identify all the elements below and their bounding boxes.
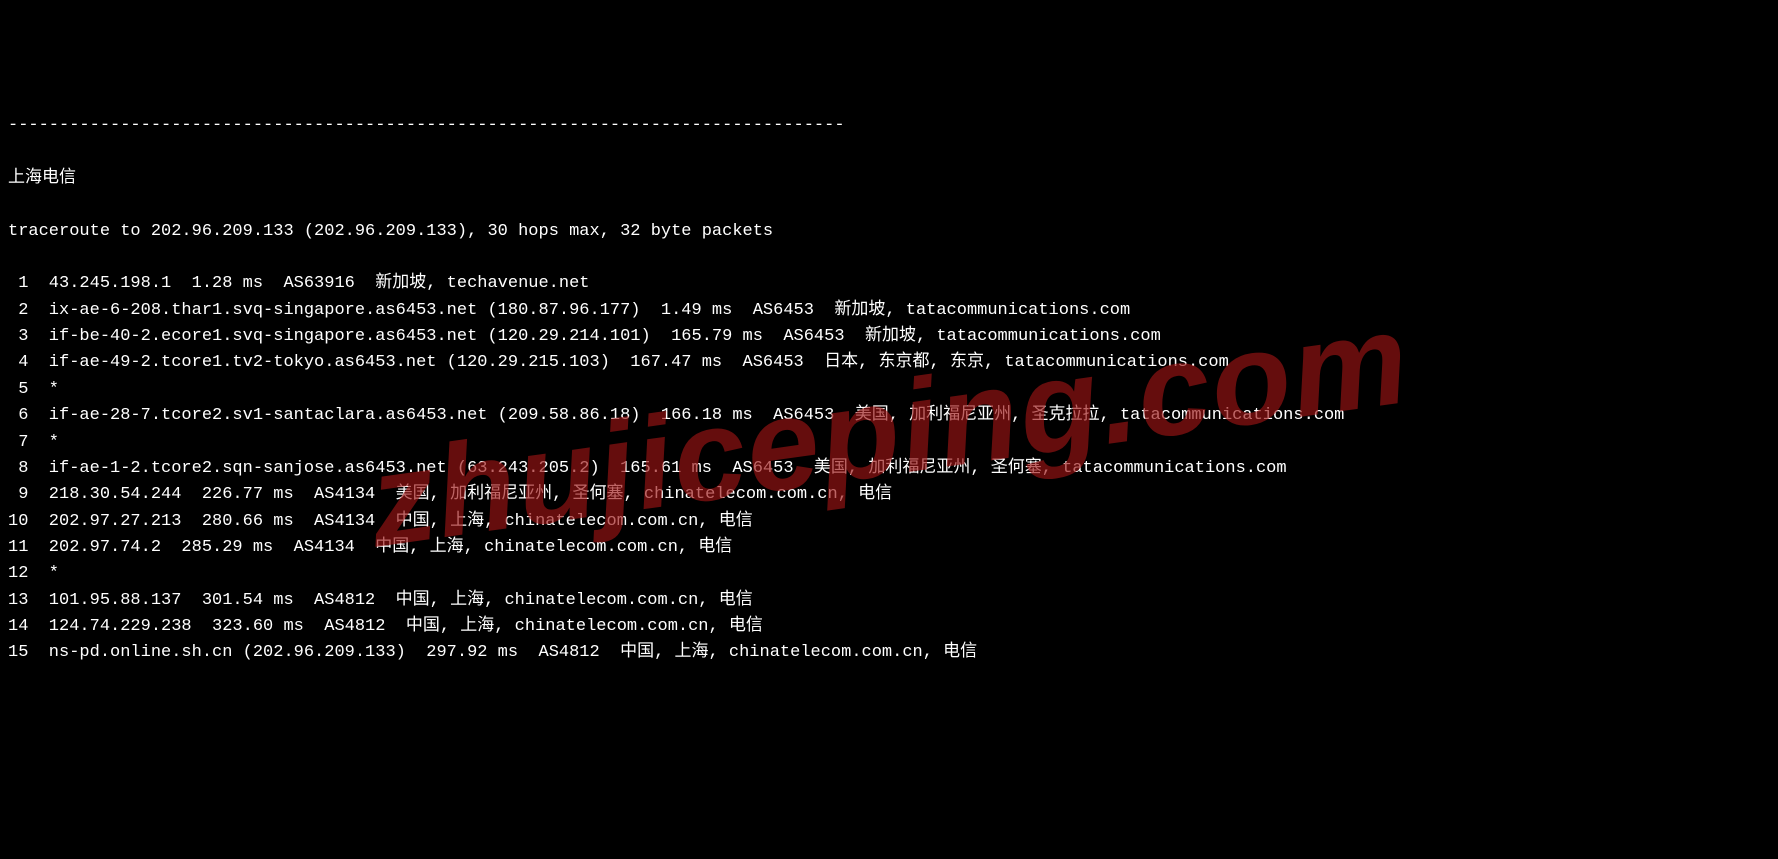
hop-line: 11 202.97.74.2 285.29 ms AS4134 中国, 上海, … [8, 535, 1770, 561]
trace-header: traceroute to 202.96.209.133 (202.96.209… [8, 219, 1770, 245]
hop-line: 13 101.95.88.137 301.54 ms AS4812 中国, 上海… [8, 588, 1770, 614]
hop-line: 14 124.74.229.238 323.60 ms AS4812 中国, 上… [8, 614, 1770, 640]
hop-line: 7 * [8, 430, 1770, 456]
hop-line: 4 if-ae-49-2.tcore1.tv2-tokyo.as6453.net… [8, 350, 1770, 376]
hop-line: 8 if-ae-1-2.tcore2.sqn-sanjose.as6453.ne… [8, 456, 1770, 482]
hop-line: 6 if-ae-28-7.tcore2.sv1-santaclara.as645… [8, 403, 1770, 429]
hop-line: 10 202.97.27.213 280.66 ms AS4134 中国, 上海… [8, 509, 1770, 535]
hop-line: 3 if-be-40-2.ecore1.svq-singapore.as6453… [8, 324, 1770, 350]
trace-title: 上海电信 [8, 166, 1770, 192]
hop-line: 15 ns-pd.online.sh.cn (202.96.209.133) 2… [8, 640, 1770, 666]
hop-line: 9 218.30.54.244 226.77 ms AS4134 美国, 加利福… [8, 482, 1770, 508]
hop-line: 2 ix-ae-6-208.thar1.svq-singapore.as6453… [8, 298, 1770, 324]
hop-line: 1 43.245.198.1 1.28 ms AS63916 新加坡, tech… [8, 271, 1770, 297]
hop-line: 12 * [8, 561, 1770, 587]
hop-line: 5 * [8, 377, 1770, 403]
hop-list: 1 43.245.198.1 1.28 ms AS63916 新加坡, tech… [8, 271, 1770, 666]
separator-line: ----------------------------------------… [8, 113, 1770, 139]
